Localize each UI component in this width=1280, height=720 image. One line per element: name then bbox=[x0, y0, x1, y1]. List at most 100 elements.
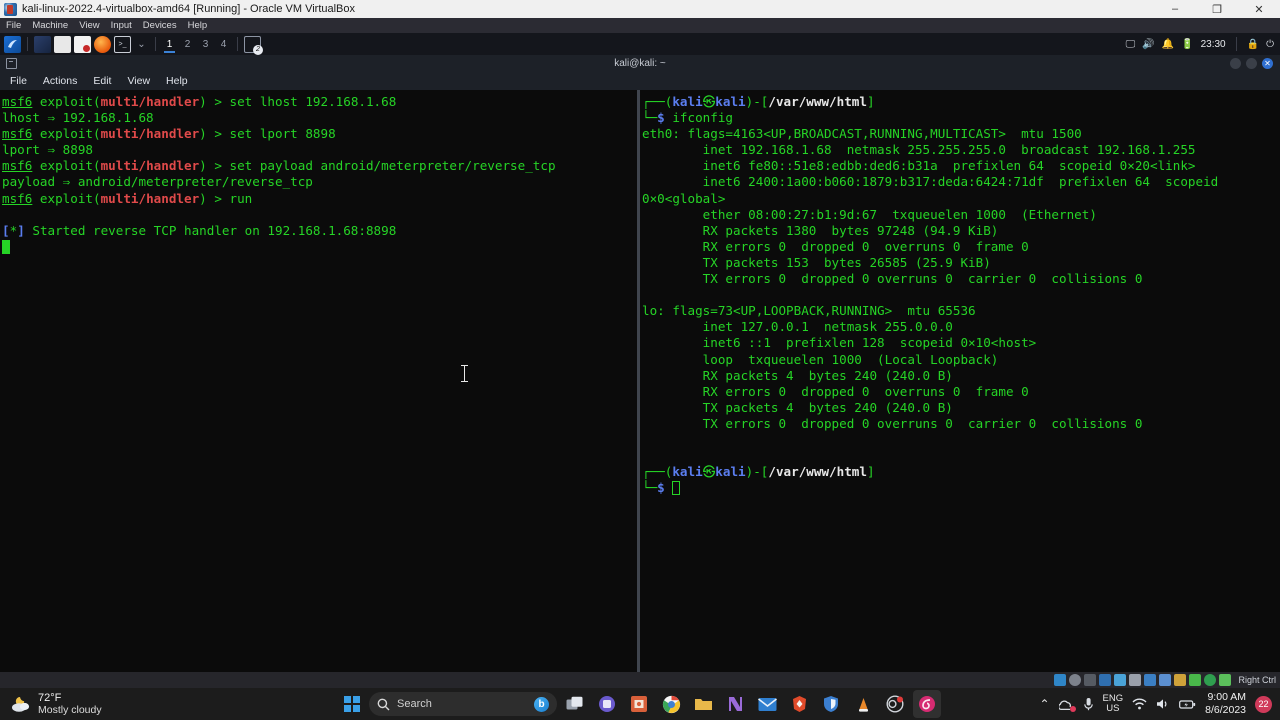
usb-icon[interactable] bbox=[1114, 674, 1127, 686]
virtualbox-logo-icon bbox=[4, 2, 17, 16]
menu-view[interactable]: View bbox=[79, 20, 99, 31]
minimize-button[interactable] bbox=[1230, 58, 1241, 69]
terminal-menu-view[interactable]: View bbox=[127, 75, 150, 87]
taskbar-clock[interactable]: 9:00 AM 8/6/2023 bbox=[1205, 691, 1246, 717]
taskbar-system-tray: ⌃ ENG US 9:00 AM 8/6/2023 22 bbox=[1039, 691, 1280, 717]
search-input[interactable]: Search b bbox=[369, 692, 557, 716]
terminal-window-icon[interactable]: >_ bbox=[114, 35, 131, 53]
menu-help[interactable]: Help bbox=[188, 20, 208, 31]
terminal-line: TX packets 4 bytes 240 (240.0 B) bbox=[642, 400, 1280, 416]
terminal-text: ) > run bbox=[199, 190, 253, 206]
terminal-text: $ bbox=[657, 480, 665, 496]
terminal-body: msf6 exploit(multi/handler) > set lhost … bbox=[0, 90, 1280, 672]
weather-widget[interactable]: 72°F Mostly cloudy bbox=[0, 692, 300, 717]
minimize-button[interactable]: – bbox=[1154, 0, 1196, 18]
vlc-icon[interactable] bbox=[849, 690, 877, 718]
bitwarden-icon[interactable] bbox=[817, 690, 845, 718]
terminal-icon[interactable] bbox=[34, 35, 51, 53]
bing-chat-icon[interactable]: b bbox=[534, 696, 549, 712]
volume-icon[interactable]: 🔊 bbox=[1142, 39, 1154, 50]
kali-menu-icon[interactable] bbox=[4, 35, 21, 53]
virtualbox-icon[interactable] bbox=[913, 690, 941, 718]
weather-temperature: 72°F bbox=[38, 691, 62, 704]
virtualbox-window-title: kali-linux-2022.4-virtualbox-amd64 [Runn… bbox=[22, 3, 356, 15]
terminal-pane-ifconfig[interactable]: ┌──(kali㉿kali)-[/var/www/html] └─$ ifconf… bbox=[640, 90, 1280, 672]
taskbar-window-button[interactable]: 2 bbox=[244, 35, 263, 55]
display-icon[interactable] bbox=[1144, 674, 1157, 686]
hard-disk-icon[interactable] bbox=[1054, 674, 1067, 686]
terminal-cursor bbox=[672, 481, 681, 496]
display-icon[interactable]: 🖵 bbox=[1126, 39, 1136, 50]
obs-icon[interactable] bbox=[881, 690, 909, 718]
terminal-text: msf6 bbox=[2, 190, 33, 206]
chevron-down-icon[interactable]: ⌄ bbox=[134, 36, 149, 53]
notification-bell-icon[interactable]: 🔔 bbox=[1162, 39, 1174, 50]
lock-icon[interactable]: 🔒 bbox=[1247, 39, 1259, 50]
terminal-text: lport ⇒ 8898 bbox=[2, 142, 93, 158]
terminal-line: loop txqueuelen 1000 (Local Loopback) bbox=[642, 352, 1280, 368]
globe-icon[interactable] bbox=[1204, 674, 1217, 686]
keyboard-icon[interactable] bbox=[1189, 674, 1202, 686]
workspace-4[interactable]: 4 bbox=[216, 36, 231, 53]
terminal-window-title: kali@kali: ~ bbox=[614, 58, 666, 69]
maximize-button[interactable]: ❐ bbox=[1196, 0, 1238, 18]
terminal-text: msf6 bbox=[2, 126, 33, 142]
onedrive-sync-icon[interactable] bbox=[1058, 698, 1076, 712]
terminal-menu-file[interactable]: File bbox=[10, 75, 27, 87]
close-button[interactable]: ✕ bbox=[1262, 58, 1273, 69]
volume-icon[interactable] bbox=[1156, 698, 1170, 710]
vm-state-icon[interactable] bbox=[1219, 674, 1232, 686]
terminal-menu-edit[interactable]: Edit bbox=[93, 75, 111, 87]
microsoft-store-icon[interactable] bbox=[625, 690, 653, 718]
recording-icon[interactable] bbox=[1159, 674, 1172, 686]
language-indicator[interactable]: ENG US bbox=[1103, 694, 1124, 714]
folder-icon[interactable] bbox=[689, 690, 717, 718]
brave-icon[interactable] bbox=[785, 690, 813, 718]
menu-devices[interactable]: Devices bbox=[143, 20, 177, 31]
optical-disk-icon[interactable] bbox=[1069, 674, 1082, 686]
workspace-1[interactable]: 1 bbox=[162, 36, 177, 53]
menu-file[interactable]: File bbox=[6, 20, 21, 31]
notification-badge[interactable]: 22 bbox=[1255, 695, 1272, 713]
virtualbox-window-controls: – ❐ ✕ bbox=[1154, 0, 1280, 18]
wifi-icon[interactable] bbox=[1132, 698, 1147, 710]
menu-input[interactable]: Input bbox=[111, 20, 132, 31]
firefox-icon[interactable] bbox=[94, 35, 111, 53]
terminal-pane-metasploit[interactable]: msf6 exploit(multi/handler) > set lhost … bbox=[0, 90, 637, 672]
power-icon[interactable]: ⏻ bbox=[1266, 39, 1274, 50]
terminal-text: lo: flags=73<UP,LOOPBACK,RUNNING> mtu 65… bbox=[642, 303, 976, 319]
close-button[interactable]: ✕ bbox=[1238, 0, 1280, 18]
shared-folder-icon[interactable] bbox=[1129, 674, 1142, 686]
task-view-icon[interactable] bbox=[561, 690, 589, 718]
maximize-button[interactable] bbox=[1246, 58, 1257, 69]
battery-icon[interactable]: 🔋 bbox=[1181, 39, 1193, 50]
terminal-line: └─$ bbox=[642, 480, 1280, 496]
windows-desktop: kali-linux-2022.4-virtualbox-amd64 [Runn… bbox=[0, 0, 1280, 720]
chrome-icon[interactable] bbox=[657, 690, 685, 718]
menu-machine[interactable]: Machine bbox=[32, 20, 68, 31]
chevron-up-icon[interactable]: ⌃ bbox=[1039, 697, 1049, 711]
terminal-text: ) > set lport 8898 bbox=[199, 126, 336, 142]
mail-icon[interactable] bbox=[753, 690, 781, 718]
workspace-3[interactable]: 3 bbox=[198, 36, 213, 53]
mouse-integration-icon[interactable] bbox=[1174, 674, 1187, 686]
terminal-text: TX packets 4 bytes 240 (240.0 B) bbox=[642, 399, 953, 415]
kali-clock[interactable]: 23:30 bbox=[1201, 39, 1226, 50]
teams-icon[interactable] bbox=[593, 690, 621, 718]
file-manager-icon[interactable] bbox=[54, 35, 71, 53]
notion-icon[interactable] bbox=[721, 690, 749, 718]
microphone-icon[interactable] bbox=[1083, 697, 1094, 711]
terminal-menu-help[interactable]: Help bbox=[166, 75, 188, 87]
mouse-text-cursor bbox=[461, 365, 468, 382]
workspace-2[interactable]: 2 bbox=[180, 36, 195, 53]
floppy-icon[interactable] bbox=[1084, 674, 1097, 686]
terminal-line: lport ⇒ 8898 bbox=[2, 142, 637, 158]
terminal-menu-actions[interactable]: Actions bbox=[43, 75, 77, 87]
weather-condition: Mostly cloudy bbox=[38, 704, 102, 717]
windows-start-icon[interactable] bbox=[339, 691, 365, 717]
terminal-line: payload ⇒ android/meterpreter/reverse_tc… bbox=[2, 174, 637, 190]
text-editor-icon[interactable] bbox=[74, 35, 91, 53]
network-icon[interactable] bbox=[1099, 674, 1112, 686]
battery-icon[interactable] bbox=[1179, 699, 1196, 710]
